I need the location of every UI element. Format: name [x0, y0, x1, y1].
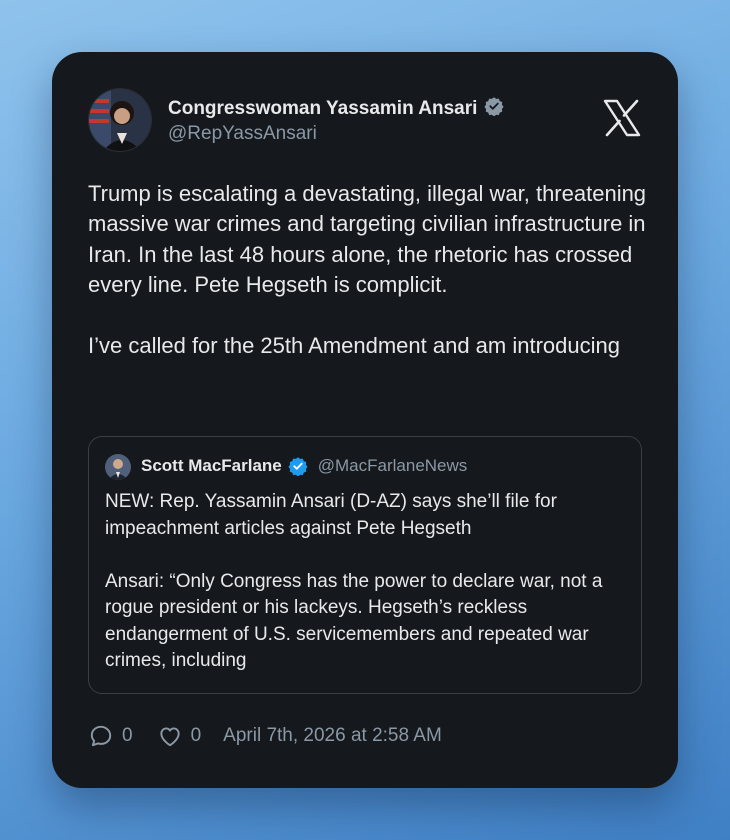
quoted-tweet[interactable]: Scott MacFarlane @MacFarlaneNews NEW: Re…: [88, 436, 642, 694]
reply-count: 0: [122, 725, 133, 746]
reply-icon: [90, 725, 112, 747]
author-name-row[interactable]: Congresswoman Yassamin Ansari: [168, 96, 504, 122]
heart-icon: [159, 727, 180, 747]
tweet-text: Trump is escalating a devastating, illeg…: [88, 179, 648, 361]
quoted-header: Scott MacFarlane @MacFarlaneNews: [141, 456, 467, 476]
reply-button[interactable]: 0: [88, 723, 133, 749]
x-logo-icon[interactable]: [602, 98, 642, 138]
like-button[interactable]: 0: [157, 723, 202, 749]
tweet-paragraph: I’ve called for the 25th Amendment and a…: [88, 332, 620, 358]
timestamp[interactable]: April 7th, 2026 at 2:58 AM: [223, 725, 442, 747]
author-name[interactable]: Congresswoman Yassamin Ansari: [168, 98, 477, 120]
verified-badge-icon: [484, 96, 504, 122]
like-count: 0: [190, 725, 202, 746]
tweet-card: Congresswoman Yassamin Ansari @RepYassAn…: [52, 52, 678, 788]
quoted-paragraph: Ansari: “Only Congress has the power to …: [105, 570, 603, 672]
author-avatar[interactable]: [88, 88, 152, 152]
verified-badge-icon: [288, 456, 308, 476]
quoted-author-handle[interactable]: @MacFarlaneNews: [318, 456, 468, 476]
quoted-paragraph: NEW: Rep. Yassamin Ansari (D-AZ) says sh…: [105, 491, 557, 539]
quoted-author-name[interactable]: Scott MacFarlane: [141, 456, 282, 476]
quoted-author-avatar[interactable]: [105, 454, 131, 480]
quoted-text: NEW: Rep. Yassamin Ansari (D-AZ) says sh…: [105, 489, 630, 675]
tweet-paragraph: Trump is escalating a devastating, illeg…: [88, 181, 647, 298]
author-handle[interactable]: @RepYassAnsari: [168, 123, 317, 145]
tweet-footer: 0 0 April 7th, 2026 at 2:58 AM: [88, 723, 442, 749]
